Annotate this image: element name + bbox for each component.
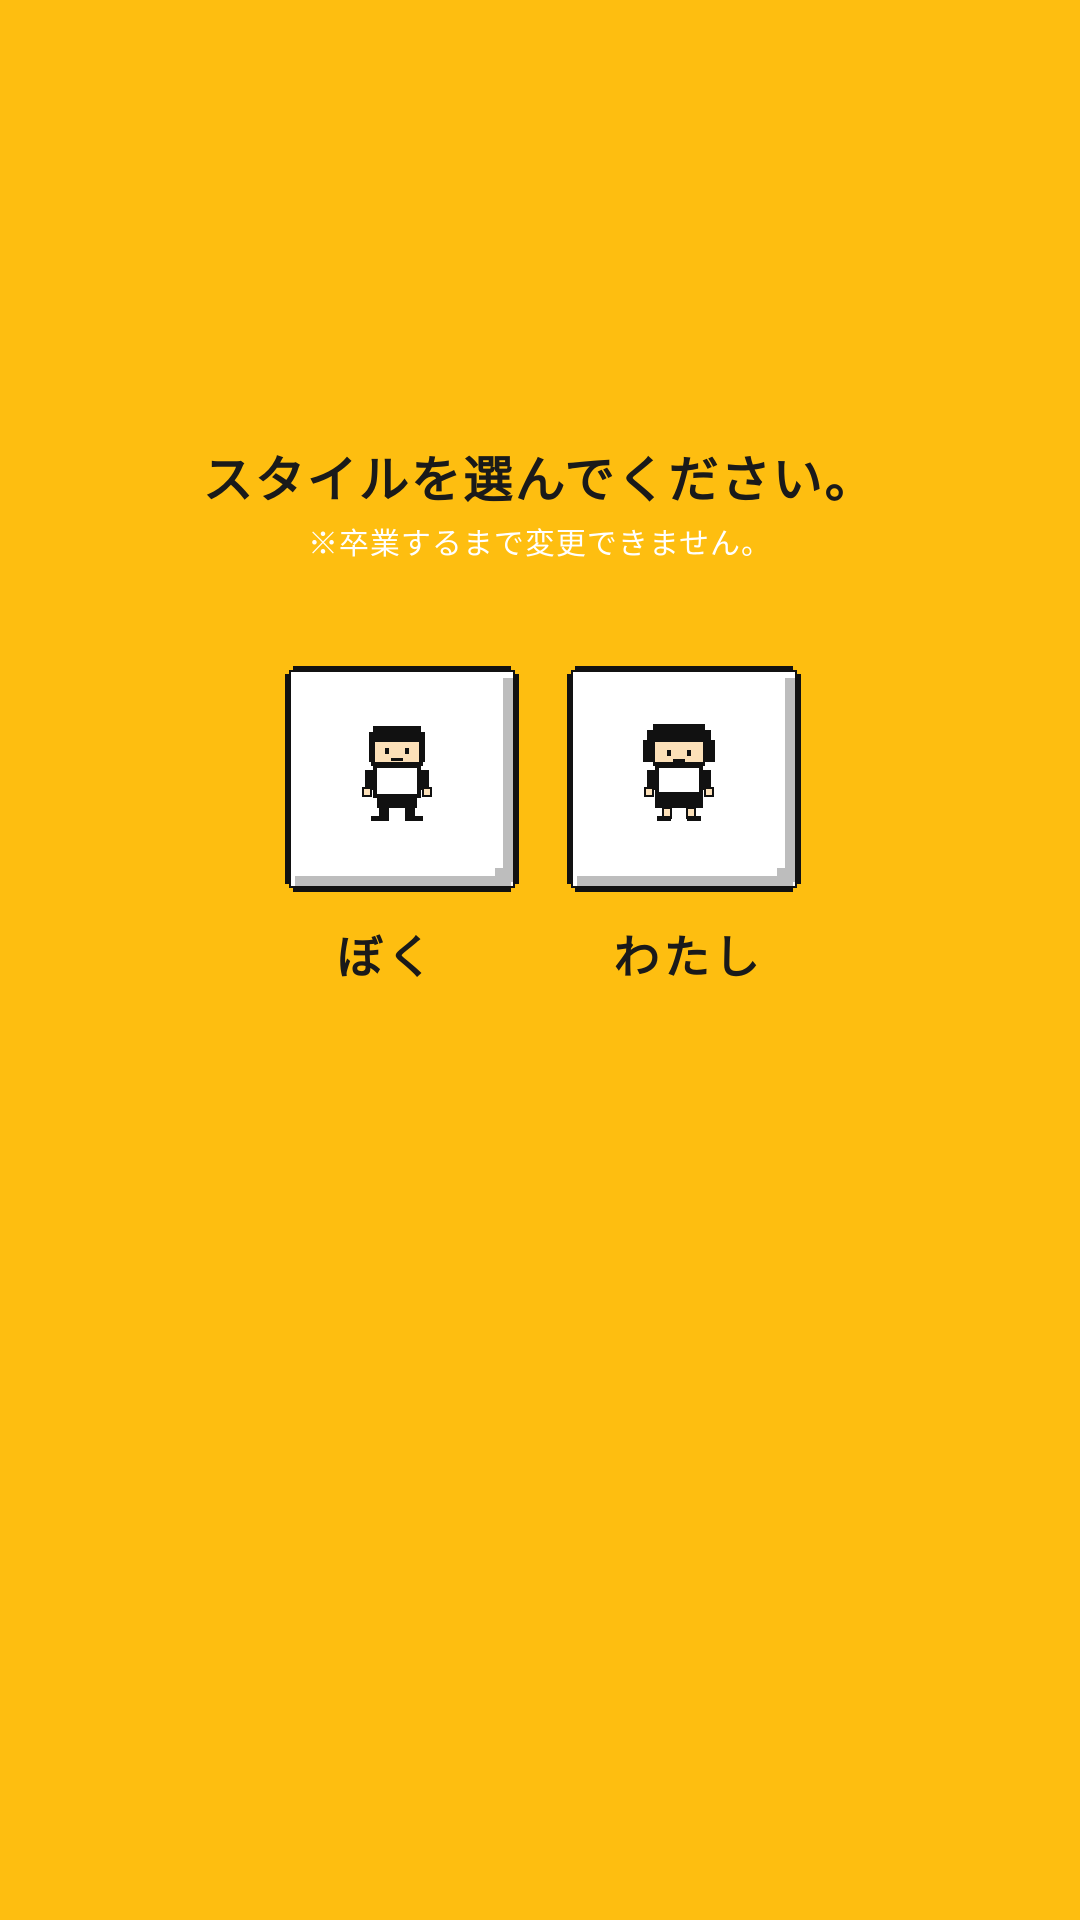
option-label-watashi[interactable]: わたし	[572, 922, 806, 992]
page-subtitle-note: ※卒業するまで変更できません。	[307, 527, 773, 562]
option-card-watashi[interactable]	[567, 666, 801, 892]
option-card-boku[interactable]	[285, 666, 519, 892]
girl-character-icon	[643, 724, 715, 821]
style-option-boku-button[interactable]	[285, 666, 519, 892]
style-option-watashi-button[interactable]	[567, 666, 801, 892]
option-label-boku[interactable]: ぼく	[270, 922, 504, 992]
style-select-screen: スタイルを選んでください。 ※卒業するまで変更できません。 ぼく わたし	[0, 0, 1080, 1920]
boy-character-icon	[362, 726, 432, 821]
page-title: スタイルを選んでください。	[203, 451, 877, 509]
